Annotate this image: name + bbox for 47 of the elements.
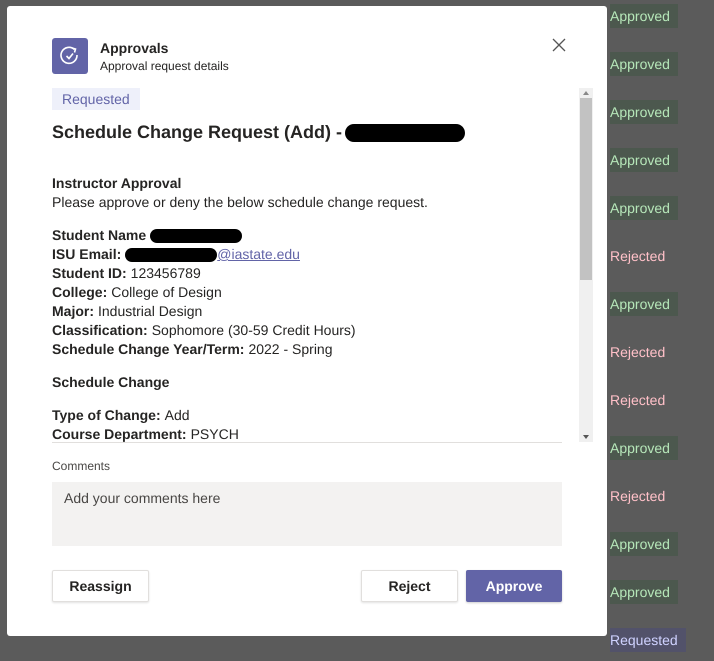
section-heading: Schedule Change	[52, 373, 170, 392]
status-label: Rejected	[610, 248, 666, 264]
scrollbar[interactable]	[579, 88, 593, 442]
status-label: Approved	[610, 8, 670, 24]
status-label: Approved	[610, 536, 670, 552]
field-value: Add	[164, 406, 190, 425]
field-value: Industrial Design	[98, 302, 202, 321]
status-label: Approved	[610, 200, 670, 216]
app-subtitle: Approval request details	[100, 59, 229, 73]
field-label: ISU Email:	[52, 245, 122, 264]
status-label: Approved	[610, 440, 670, 456]
section-heading: Instructor Approval	[52, 174, 182, 193]
status-label: Requested	[610, 632, 678, 648]
status-tag: Requested	[52, 88, 140, 110]
scroll-thumb[interactable]	[580, 98, 592, 280]
comments-label: Comments	[52, 459, 112, 473]
action-button[interactable]: Reject	[361, 570, 458, 602]
status-label: Approved	[610, 104, 670, 120]
comments-field[interactable]: Add your comments here	[52, 482, 562, 546]
status-label: Approved	[610, 584, 670, 600]
close-icon[interactable]	[552, 38, 566, 52]
request-title: Schedule Change Request (Add) -	[52, 123, 342, 142]
instructions-text: Please approve or deny the below schedule change request.	[52, 193, 429, 212]
field-label: Schedule Change Year/Term:	[52, 340, 244, 359]
approve-button[interactable]: Approve	[466, 570, 562, 602]
status-label: Approved	[610, 296, 670, 312]
status-label: Rejected	[610, 488, 666, 504]
field-value: College of Design	[111, 283, 222, 302]
status-label: Rejected	[610, 392, 666, 408]
field-label: Major:	[52, 302, 94, 321]
field-value: 2022 - Spring	[248, 340, 333, 359]
status-label: Approved	[610, 152, 670, 168]
approval-check-icon	[52, 38, 88, 74]
field-value: 123456789	[130, 264, 201, 283]
field-value: Sophomore (30-59 Credit Hours)	[152, 321, 356, 340]
field-label: Type of Change:	[52, 406, 161, 425]
status-label: Rejected	[610, 344, 666, 360]
field-label: Classification:	[52, 321, 148, 340]
field-label: Course Department:	[52, 425, 187, 442]
field-label: Student Name	[52, 226, 146, 245]
app-title: Approvals	[100, 40, 170, 56]
status-label: Approved	[610, 56, 670, 72]
action-button[interactable]: Reassign	[52, 570, 149, 602]
field-value: PSYCH	[190, 425, 239, 442]
field-label: Student ID:	[52, 264, 127, 283]
field-label: College:	[52, 283, 108, 302]
email-link[interactable]: @iastate.edu	[217, 245, 300, 264]
